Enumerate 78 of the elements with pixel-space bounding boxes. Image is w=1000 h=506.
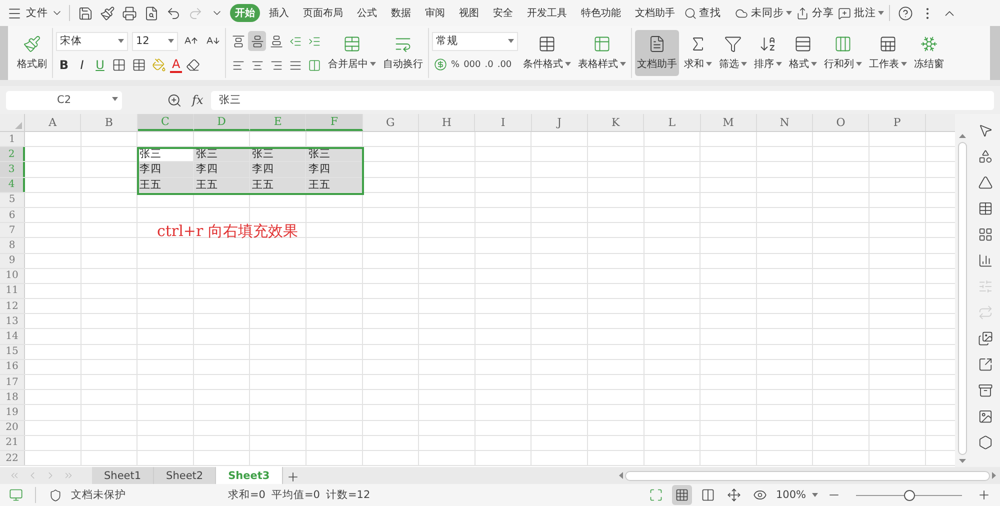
row-header[interactable]: 17 [0,375,25,390]
name-box[interactable]: C2 [6,90,122,110]
menu-tab[interactable]: 页面布局 [298,4,348,22]
menu-tab[interactable]: 公式 [352,4,382,22]
sheet-tab[interactable]: Sheet1 [92,467,154,484]
row-header[interactable]: 15 [0,344,25,359]
toolbar-action[interactable]: 分享 [812,6,834,20]
ribbon-button[interactable]: 自动换行 [381,30,425,76]
number-format-button[interactable]: .0 [484,60,494,70]
row-header[interactable]: 1 [0,132,25,146]
row-header[interactable]: 22 [0,450,25,466]
zoom-level[interactable]: 100% [776,489,806,501]
annotation-text: ctrl+r 向右填充效果 [157,222,298,241]
format-painter-button[interactable]: 格式刷 [15,30,49,76]
table-cell: 李四 [250,162,306,177]
row-header[interactable]: 5 [0,192,25,207]
toolbar-action[interactable]: 批注 [854,6,884,20]
ribbon-button[interactable]: 表格样式 [576,30,628,76]
font-color-button[interactable]: A [170,58,182,72]
font-size-select[interactable]: 12 [132,32,178,50]
ribbon-button[interactable]: 文档助手 [635,30,679,76]
row-header[interactable]: 12 [0,299,25,314]
ribbon-button[interactable]: 行和列 [822,30,864,76]
font-select[interactable]: 宋体 [56,32,128,50]
row-header[interactable]: 11 [0,284,25,298]
column-header[interactable]: J [532,114,588,131]
table-cell: 李四 [138,162,194,177]
ribbon-button[interactable]: 工作表 [867,30,909,76]
menu-tab[interactable]: 审阅 [420,4,450,22]
menu-tab[interactable]: 插入 [264,4,294,22]
row-header[interactable]: 8 [0,238,25,252]
number-format-select[interactable]: 常规 [432,32,518,50]
menu-tab[interactable]: 数据 [386,4,416,22]
menu-tab[interactable]: 文档助手 [630,4,680,22]
row-header[interactable]: 9 [0,254,25,268]
column-header[interactable]: M [700,114,757,131]
number-format-button[interactable]: % [450,60,461,70]
row-header[interactable]: 16 [0,360,25,374]
ribbon-button[interactable]: 冻结窗 [912,30,946,76]
menu-tab[interactable]: 特色功能 [576,4,626,22]
file-menu[interactable]: 文件 [26,6,48,20]
menu-tab[interactable]: 开发工具 [522,4,572,22]
font-style-button[interactable]: I [74,56,90,74]
row-header[interactable]: 7 [0,223,25,238]
table-cell: 李四 [306,162,363,177]
table-cell: 王五 [138,178,194,192]
row-header[interactable]: 6 [0,208,25,222]
row-header[interactable]: 13 [0,314,25,328]
number-format-button[interactable]: .00 [496,60,513,70]
table-cell: 李四 [194,162,250,177]
table-cell: 王五 [306,178,363,192]
number-format-button[interactable]: 000 [462,60,482,70]
row-header[interactable]: 10 [0,268,25,283]
selection-stat: 计数=12 [326,488,370,502]
menu-tab[interactable]: 视图 [454,4,484,22]
formula-input[interactable]: 张三 [211,90,994,110]
table-cell: 王五 [250,178,306,192]
row-header[interactable]: 20 [0,420,25,435]
selection-stat: 求和=0 [228,488,266,502]
row-header[interactable]: 21 [0,436,25,450]
table-cell: 王五 [194,178,250,192]
protection-status[interactable]: 文档未保护 [71,488,126,502]
selection-stat: 平均值=0 [271,488,320,502]
row-header[interactable]: 14 [0,329,25,344]
ribbon-button[interactable]: 排序 [752,30,784,76]
sheet-tab[interactable]: Sheet2 [154,467,216,484]
search-button[interactable]: 查找 [699,6,721,20]
ribbon-button[interactable]: 求和 [682,30,714,76]
function-button[interactable]: fx [192,93,204,107]
ribbon-button[interactable]: 合并居中 [326,30,378,76]
menu-tab[interactable]: 安全 [488,4,518,22]
ribbon-button[interactable]: 格式 [787,30,819,76]
row-header[interactable]: 18 [0,390,25,404]
ribbon-button[interactable]: 筛选 [717,30,749,76]
ribbon-button[interactable]: 条件格式 [521,30,573,76]
row-header[interactable]: 19 [0,405,25,420]
toolbar-action[interactable]: 未同步 [751,6,792,20]
font-style-button[interactable]: B [56,56,72,74]
